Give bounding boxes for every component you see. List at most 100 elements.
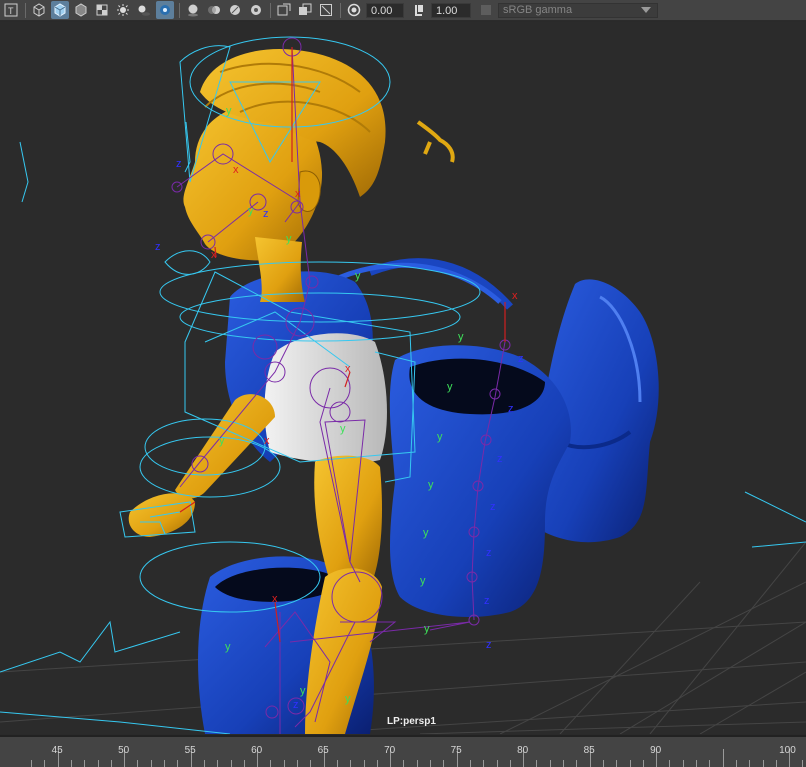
scene-canvas[interactable]: y y z z x y x z x y y x z y z y z y z y …: [0, 22, 806, 734]
axis-label-z: z: [497, 453, 503, 465]
time-tick: [31, 760, 32, 767]
motion-blur-icon[interactable]: [205, 1, 223, 19]
axis-label-x: x: [233, 164, 239, 176]
time-tick: [44, 760, 46, 767]
axis-label-x: x: [211, 249, 217, 261]
xray-joints-icon[interactable]: [156, 1, 174, 19]
frame-number-label: 60: [251, 745, 263, 756]
shadows-icon[interactable]: [135, 1, 153, 19]
axis-label-y: y: [423, 527, 429, 539]
axis-label-x: x: [264, 435, 270, 447]
wireframe-on-shaded-icon[interactable]: [30, 1, 48, 19]
time-tick: [177, 760, 179, 767]
axis-label-z: z: [263, 208, 269, 220]
time-tick: [762, 760, 764, 767]
frame-number-label: 75: [450, 745, 462, 756]
axis-label-z: z: [176, 158, 182, 170]
time-tick: [642, 760, 644, 767]
time-tick: [682, 760, 684, 767]
time-tick: [416, 760, 418, 767]
all-lights-icon[interactable]: [114, 1, 132, 19]
separator: [179, 2, 180, 18]
exposure-field[interactable]: 0.00: [366, 2, 404, 18]
wireframe-icon[interactable]: T: [2, 1, 20, 19]
time-tick: [270, 760, 272, 767]
time-tick: [509, 760, 511, 767]
axis-label-y: y: [340, 423, 346, 435]
frame-number-label: 65: [317, 745, 329, 756]
gamma-icon[interactable]: [410, 1, 428, 19]
axis-label-y: y: [300, 685, 306, 697]
separator: [25, 2, 26, 18]
time-tick: [483, 760, 485, 767]
frame-number-label: 85: [583, 745, 595, 756]
time-slider[interactable]: 45 50 55 60 65 70 75 80 85 90 100: [0, 735, 806, 767]
character-head: [183, 48, 386, 302]
axis-label-z: z: [155, 241, 161, 253]
axis-label-y: y: [420, 575, 426, 587]
time-tick: [403, 760, 405, 767]
axis-label-y: y: [355, 270, 361, 282]
time-tick: [363, 760, 365, 767]
depth-of-field-icon[interactable]: [247, 1, 265, 19]
frame-number-label: 70: [384, 745, 396, 756]
exposure-icon[interactable]: [345, 1, 363, 19]
time-tick: [775, 760, 777, 767]
axis-label-y: y: [428, 479, 434, 491]
ambient-occlusion-icon[interactable]: [184, 1, 202, 19]
time-tick: [336, 760, 338, 767]
isolate-select-icon[interactable]: [275, 1, 293, 19]
smooth-shade-icon[interactable]: [51, 1, 69, 19]
time-tick: [669, 760, 671, 767]
axis-label-y: y: [458, 331, 464, 343]
viewport-panel-toolbar: T 0.00 1.00 sRGB gamma: [0, 0, 806, 21]
color-space-dropdown[interactable]: sRGB gamma: [498, 2, 658, 18]
anti-alias-icon[interactable]: [226, 1, 244, 19]
time-tick: [735, 760, 737, 767]
xray-icon[interactable]: [296, 1, 314, 19]
time-tick: [137, 760, 139, 767]
axis-label-z: z: [293, 699, 299, 711]
time-tick: [84, 760, 86, 767]
separator: [340, 2, 341, 18]
separator: [270, 2, 271, 18]
time-tick: [616, 760, 618, 767]
time-tick: [350, 760, 352, 767]
frame-number-label: 55: [184, 745, 196, 756]
axis-label-y: y: [286, 233, 292, 245]
time-tick: [97, 760, 99, 767]
axis-label-x: x: [272, 593, 278, 605]
textured-icon[interactable]: [93, 1, 111, 19]
frame-number-label: 80: [517, 745, 529, 756]
3d-viewport[interactable]: y y z z x y x z x y y x z y z y z y z y …: [0, 22, 806, 734]
time-tick: [496, 760, 498, 767]
time-tick: [70, 760, 72, 767]
time-tick: [217, 760, 219, 767]
axis-label-x: x: [512, 290, 518, 302]
axis-label-y: y: [437, 431, 443, 443]
default-material-icon[interactable]: [72, 1, 90, 19]
time-tick: [443, 760, 445, 767]
axis-label-x: x: [295, 188, 301, 200]
gamma-field[interactable]: 1.00: [431, 2, 471, 18]
time-tick: [164, 760, 165, 767]
frame-number-label: 50: [118, 745, 130, 756]
time-tick: [150, 760, 152, 767]
screen-space-ao-icon[interactable]: [317, 1, 335, 19]
time-tick: [376, 760, 378, 767]
time-tick: [709, 760, 711, 767]
time-tick: [310, 760, 312, 767]
floating-glasses-mesh: [416, 120, 455, 163]
svg-text:T: T: [8, 6, 14, 16]
view-transform-icon[interactable]: [477, 1, 495, 19]
time-tick: [469, 760, 471, 767]
time-tick: [430, 760, 431, 767]
color-space-value: sRGB gamma: [503, 4, 573, 16]
character-arm-left: [128, 394, 275, 537]
time-tick: [110, 760, 112, 767]
time-tick: [749, 760, 751, 767]
time-tick: [602, 760, 604, 767]
axis-label-z: z: [486, 547, 492, 559]
axis-label-y: y: [248, 205, 254, 217]
time-tick: [203, 760, 205, 767]
